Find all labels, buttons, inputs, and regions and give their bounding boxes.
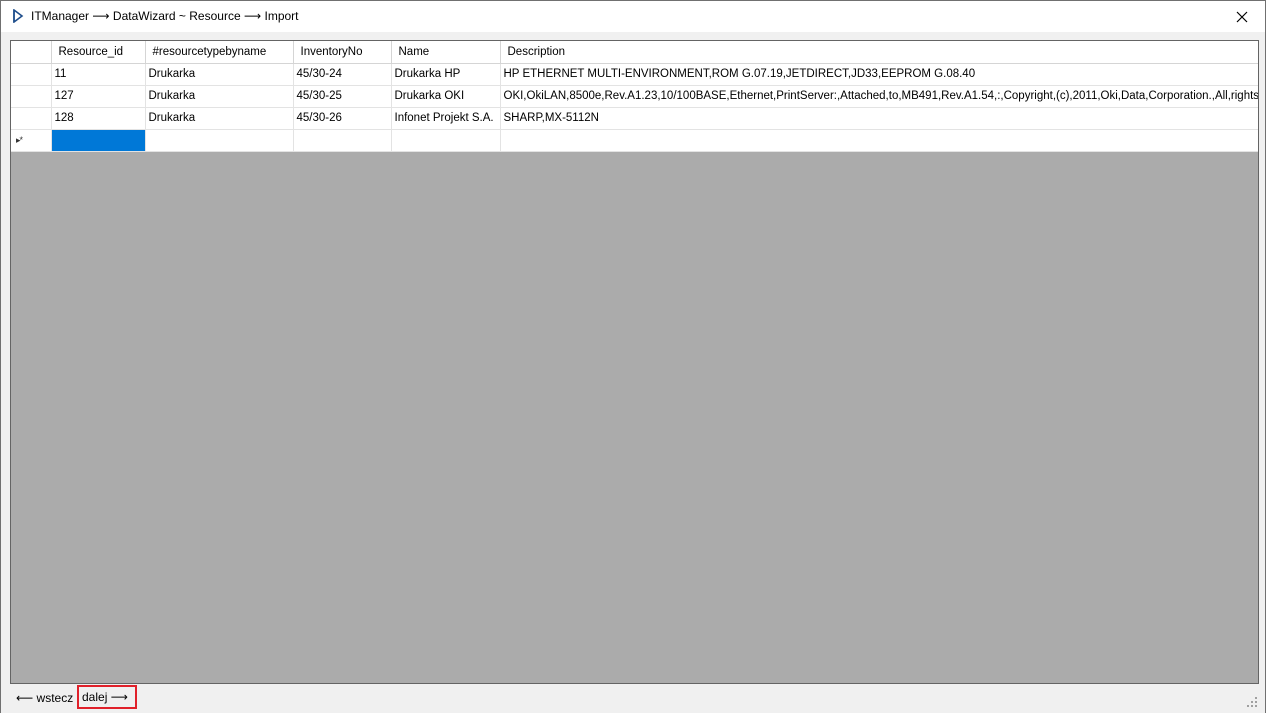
grid-header-row: Resource_id #resourcetypebyname Inventor… (11, 41, 1258, 64)
cell-resource-type[interactable]: Drukarka (145, 85, 294, 108)
data-grid-table: Resource_id #resourcetypebyname Inventor… (11, 41, 1258, 152)
next-link[interactable]: dalej ⟶ (77, 685, 137, 709)
table-row[interactable]: 127 Drukarka 45/30-25 Drukarka OKI OKI,O… (11, 85, 1258, 108)
cell-resource-type[interactable]: Drukarka (145, 107, 294, 130)
column-header-name[interactable]: Name (391, 41, 501, 64)
row-header[interactable] (11, 85, 52, 108)
window-title: ITManager ⟶ DataWizard ~ Resource ⟶ Impo… (31, 9, 299, 23)
cell-resource-id-selected[interactable] (51, 129, 146, 152)
new-row-header[interactable]: ▸* (11, 129, 52, 152)
resize-grip-icon[interactable] (1247, 697, 1257, 707)
app-window: ITManager ⟶ DataWizard ~ Resource ⟶ Impo… (0, 0, 1266, 713)
row-header-corner (11, 41, 52, 64)
close-icon (1236, 11, 1248, 22)
app-logo-icon (12, 8, 24, 24)
cell-resource-id[interactable]: 128 (51, 107, 146, 130)
cell-inventory-no[interactable]: 45/30-26 (293, 107, 392, 130)
cell-name[interactable]: Drukarka HP (391, 63, 501, 86)
cell-name[interactable] (391, 129, 501, 152)
cell-resource-type[interactable]: Drukarka (145, 63, 294, 86)
footer-bar: ⟵ wstecz dalej ⟶ (1, 684, 1265, 713)
table-row[interactable]: 11 Drukarka 45/30-24 Drukarka HP HP ETHE… (11, 63, 1258, 86)
cell-resource-type[interactable] (145, 129, 294, 152)
cell-inventory-no[interactable]: 45/30-25 (293, 85, 392, 108)
title-bar: ITManager ⟶ DataWizard ~ Resource ⟶ Impo… (1, 1, 1265, 32)
column-header-resource-id[interactable]: Resource_id (51, 41, 146, 64)
cell-description[interactable] (500, 129, 1258, 152)
new-row[interactable]: ▸* (11, 129, 1258, 152)
cell-description[interactable]: HP ETHERNET MULTI-ENVIRONMENT,ROM G.07.1… (500, 63, 1258, 86)
cell-resource-id[interactable]: 127 (51, 85, 146, 108)
table-row[interactable]: 128 Drukarka 45/30-26 Infonet Projekt S.… (11, 107, 1258, 130)
column-header-description[interactable]: Description (500, 41, 1258, 64)
cell-inventory-no[interactable]: 45/30-24 (293, 63, 392, 86)
row-header[interactable] (11, 107, 52, 130)
cell-name[interactable]: Infonet Projekt S.A. (391, 107, 501, 130)
data-grid[interactable]: Resource_id #resourcetypebyname Inventor… (10, 40, 1259, 684)
cell-resource-id[interactable]: 11 (51, 63, 146, 86)
new-row-marker: ▸* (16, 135, 23, 145)
column-header-inventory-no[interactable]: InventoryNo (293, 41, 392, 64)
close-button[interactable] (1219, 1, 1265, 32)
cell-name[interactable]: Drukarka OKI (391, 85, 501, 108)
row-header[interactable] (11, 63, 52, 86)
cell-description[interactable]: SHARP,MX-5112N (500, 107, 1258, 130)
cell-inventory-no[interactable] (293, 129, 392, 152)
column-header-resource-type[interactable]: #resourcetypebyname (145, 41, 294, 64)
cell-description[interactable]: OKI,OkiLAN,8500e,Rev.A1.23,10/100BASE,Et… (500, 85, 1258, 108)
back-link[interactable]: ⟵ wstecz (16, 689, 73, 707)
